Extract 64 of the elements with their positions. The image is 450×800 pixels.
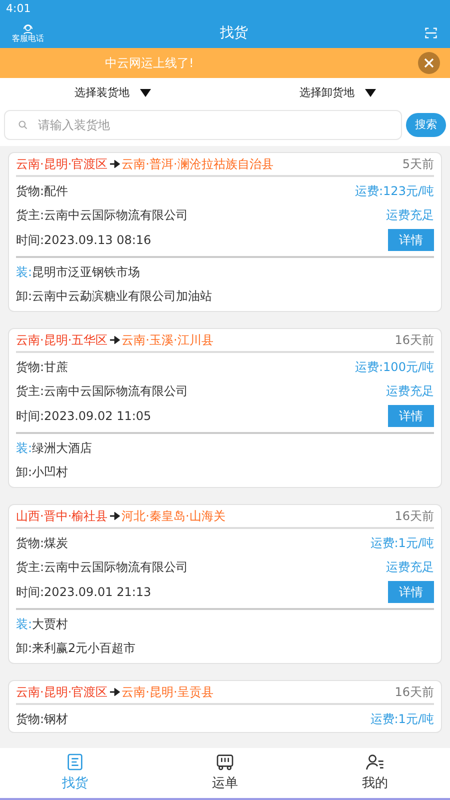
cargo-card[interactable]: 云南·昆明·官渡区 云南·普洱·澜沧拉祜族自治县 5天前 货物:配件 运费:123元/吨 货主:云南中云国际物流有限公司 运费充足 时间:2023.09.13 08:16 详情 装:昆明市泛亚钢铁市场 卸:云南中云勐滨糖业有限公司加油站 — [8, 152, 442, 312]
search-field[interactable]: 请输入装货地 — [4, 110, 402, 140]
caret-icon — [140, 89, 150, 97]
document-icon — [65, 752, 85, 772]
close-button[interactable] — [418, 52, 440, 74]
age-text: 5天前 — [402, 156, 434, 173]
price-text: 运费:100元/吨 — [355, 359, 434, 376]
payment-status-text: 运费充足 — [386, 207, 434, 224]
destination-text: 云南·玉溪·江川县 — [122, 332, 214, 349]
announcement-text: 中云网运上线了! — [105, 55, 194, 72]
payment-status-text: 运费充足 — [386, 559, 434, 576]
payment-status-text: 运费充足 — [386, 383, 434, 400]
age-text: 16天前 — [394, 684, 434, 701]
time-text: 时间:2023.09.01 21:13 — [16, 584, 152, 601]
location-dropdown[interactable]: 选择卸货地 — [225, 78, 450, 108]
clock-text: 4:01 — [6, 0, 31, 17]
cargo-text: 货物:钢材 — [16, 711, 68, 728]
owner-text: 货主:云南中云国际物流有限公司 — [16, 559, 188, 576]
page-title: 找货 — [220, 24, 248, 42]
age-text: 16天前 — [394, 332, 434, 349]
truck-icon — [215, 752, 235, 772]
location-dropdown[interactable]: 选择装货地 — [0, 78, 225, 108]
arrow-icon — [110, 688, 120, 696]
time-text: 时间:2023.09.13 08:16 — [16, 232, 152, 249]
origin-text: 云南·昆明·官渡区 — [16, 156, 108, 173]
age-text: 16天前 — [394, 508, 434, 525]
cargo-card[interactable]: 山西·晋中·榆社县 河北·秦皇岛·山海关 16天前 货物:煤炭 运费:1元/吨 货主:云南中云国际物流有限公司 运费充足 时间:2023.09.01 21:13 详情 装:大贾村 卸:来利赢2元小百超市 — [8, 504, 442, 664]
owner-text: 货主:云南中云国际物流有限公司 — [16, 207, 188, 224]
arrow-icon — [110, 512, 120, 520]
load-label: 装: — [16, 264, 32, 281]
load-label: 装: — [16, 616, 32, 633]
unload-text: 卸:小凹村 — [16, 464, 68, 481]
unload-text: 卸:云南中云勐滨糖业有限公司加油站 — [16, 288, 212, 305]
origin-text: 云南·昆明·官渡区 — [16, 684, 108, 701]
price-text: 运费:1元/吨 — [370, 711, 434, 728]
origin-text: 山西·晋中·榆社县 — [16, 508, 108, 525]
load-place-text: 昆明市泛亚钢铁市场 — [32, 264, 140, 281]
cargo-card[interactable]: 云南·昆明·五华区 云南·玉溪·江川县 16天前 货物:甘蔗 运费:100元/吨 货主:云南中云国际物流有限公司 运费充足 时间:2023.09.02 11:05 详情 装:绿洲大酒店 卸:小凹村 — [8, 328, 442, 488]
destination-text: 云南·昆明·呈贡县 — [122, 684, 214, 701]
cargo-text: 货物:配件 — [16, 183, 68, 200]
destination-text: 河北·秦皇岛·山海关 — [122, 508, 226, 525]
unload-text: 卸:来利赢2元小百超市 — [16, 640, 136, 657]
nav-tab[interactable]: 我的 — [300, 748, 450, 798]
destination-text: 云南·普洱·澜沧拉祜族自治县 — [122, 156, 274, 173]
arrow-icon — [110, 336, 120, 344]
cargo-text: 货物:甘蔗 — [16, 359, 68, 376]
load-place-text: 大贾村 — [32, 616, 68, 633]
user-list-icon — [365, 752, 385, 772]
price-text: 运费:123元/吨 — [355, 183, 434, 200]
close-icon — [424, 58, 434, 68]
load-place-text: 绿洲大酒店 — [32, 440, 92, 457]
cargo-text: 货物:煤炭 — [16, 535, 68, 552]
origin-text: 云南·昆明·五华区 — [16, 332, 108, 349]
load-label: 装: — [16, 440, 32, 457]
owner-text: 货主:云南中云国际物流有限公司 — [16, 383, 188, 400]
nav-tab[interactable]: 运单 — [150, 748, 300, 798]
scan-icon[interactable] — [424, 26, 438, 40]
time-text: 时间:2023.09.02 11:05 — [16, 408, 152, 425]
price-text: 运费:1元/吨 — [370, 535, 434, 552]
arrow-icon — [110, 160, 120, 168]
caret-icon — [364, 89, 376, 97]
headset-icon — [22, 23, 34, 35]
cargo-card[interactable]: 云南·昆明·官渡区 云南·昆明·呈贡县 16天前 货物:钢材 运费:1元/吨 — [8, 680, 442, 733]
search-icon — [18, 120, 28, 130]
